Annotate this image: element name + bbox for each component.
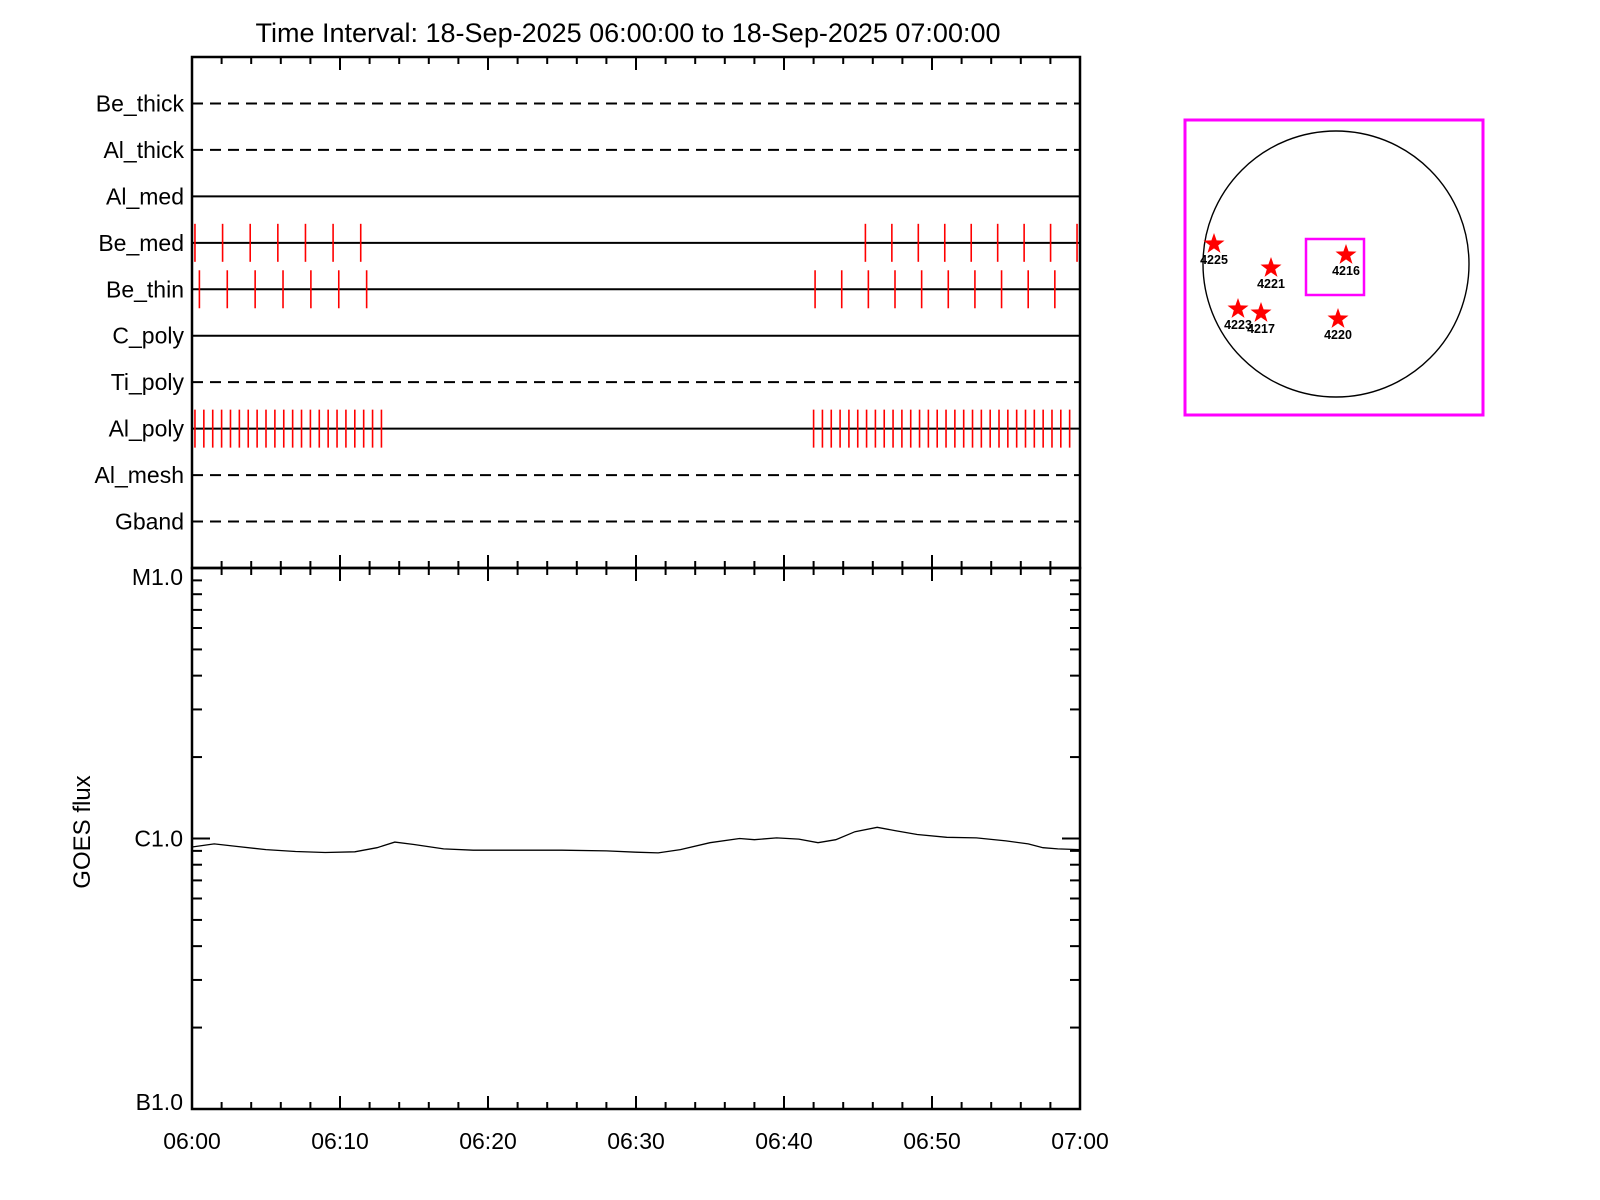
active-region-label-4221: 4221 bbox=[1257, 277, 1285, 291]
plot-canvas: Time Interval: 18-Sep-2025 06:00:00 to 1… bbox=[0, 0, 1600, 1200]
goes-flux-axis-label: GOES flux bbox=[69, 775, 96, 888]
filter-label-Ti_poly: Ti_poly bbox=[111, 369, 185, 395]
time-tick-label: 06:30 bbox=[607, 1128, 665, 1154]
time-tick-label: 06:40 bbox=[755, 1128, 813, 1154]
time-tick-label: 06:00 bbox=[163, 1128, 221, 1154]
goes-flux-panel: M1.0 C1.0 B1.0 06:00 06:10 06:20 06:30 06:40 06:… bbox=[132, 564, 1109, 1154]
filter-panel-frame bbox=[190, 55, 1082, 570]
filter-label-Al_mesh: Al_mesh bbox=[95, 462, 184, 488]
filter-label-Gband: Gband bbox=[115, 509, 184, 535]
plot-title: Time Interval: 18-Sep-2025 06:00:00 to 1… bbox=[255, 18, 1000, 48]
filter-label-Al_med: Al_med bbox=[106, 183, 184, 209]
flux-tick-label: M1.0 bbox=[132, 564, 183, 590]
filter-label-Be_thin: Be_thin bbox=[106, 276, 184, 302]
active-region-label-4225: 4225 bbox=[1200, 253, 1228, 267]
active-region-star-4216 bbox=[1335, 244, 1357, 264]
active-region-label-4216: 4216 bbox=[1332, 264, 1360, 278]
time-tick-label: 06:10 bbox=[311, 1128, 369, 1154]
goes-flux-curve bbox=[191, 826, 1081, 854]
filter-label-Be_med: Be_med bbox=[98, 230, 184, 256]
active-region-star-4217 bbox=[1250, 302, 1272, 322]
time-tick-label: 06:20 bbox=[459, 1128, 517, 1154]
filter-label-Al_thick: Al_thick bbox=[103, 137, 184, 163]
time-tick-label: 06:50 bbox=[903, 1128, 961, 1154]
observation-plot-svg: Time Interval: 18-Sep-2025 06:00:00 to 1… bbox=[69, 18, 1485, 1154]
active-region-label-4220: 4220 bbox=[1324, 328, 1352, 342]
filter-timeline-panel: Be_thick Al_thick Al_med Be_med Be_thin C_pol… bbox=[95, 55, 1082, 570]
active-region-star-4221 bbox=[1260, 257, 1282, 277]
solar-disk-inset: 42254221421642234217 4220 bbox=[1183, 118, 1485, 417]
time-tick-label: 07:00 bbox=[1051, 1128, 1109, 1154]
filter-label-Al_poly: Al_poly bbox=[109, 416, 185, 442]
flux-tick-label: C1.0 bbox=[134, 826, 183, 852]
flux-tick-label: B1.0 bbox=[136, 1089, 183, 1115]
active-region-label-4217: 4217 bbox=[1247, 322, 1275, 336]
filter-label-C_poly: C_poly bbox=[112, 323, 184, 349]
goes-panel-frame bbox=[190, 566, 1082, 1111]
active-region-star-4220 bbox=[1327, 308, 1349, 328]
filter-label-Be_thick: Be_thick bbox=[96, 90, 185, 116]
active-region-star-4223 bbox=[1227, 298, 1249, 318]
